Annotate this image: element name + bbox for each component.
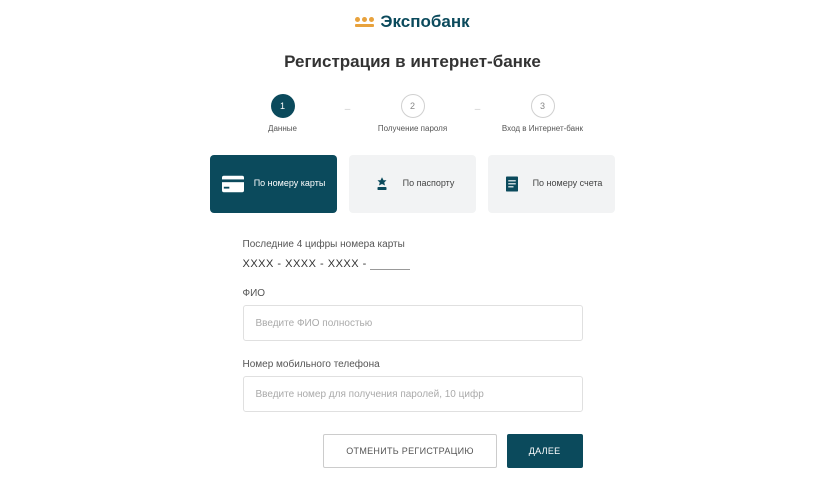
- tab-by-card-label: По номеру карты: [254, 178, 326, 190]
- tab-by-account-label: По номеру счета: [533, 178, 603, 190]
- card-last4-input[interactable]: [370, 256, 410, 270]
- step-1-label: Данные: [268, 124, 297, 133]
- next-button[interactable]: ДАЛЕЕ: [507, 434, 583, 468]
- document-icon: [501, 175, 523, 193]
- passport-icon: [371, 175, 393, 193]
- card-last4-label: Последние 4 цифры номера карты: [243, 239, 583, 250]
- form-actions: ОТМЕНИТЬ РЕГИСТРАЦИЮ ДАЛЕЕ: [243, 434, 583, 468]
- phone-input[interactable]: [243, 376, 583, 412]
- step-3: 3 Вход в Интернет-банк: [488, 94, 598, 133]
- method-tabs: По номеру карты По паспорту По номеру сч…: [210, 155, 615, 213]
- step-1-number: 1: [271, 94, 295, 118]
- step-2: 2 Получение пароля: [358, 94, 468, 133]
- step-3-number: 3: [531, 94, 555, 118]
- field-card-last4: Последние 4 цифры номера карты XXXX - XX…: [243, 239, 583, 270]
- step-1: 1 Данные: [228, 94, 338, 133]
- brand-name: Экспобанк: [380, 12, 469, 32]
- tab-by-card[interactable]: По номеру карты: [210, 155, 337, 213]
- field-fio: ФИО: [243, 288, 583, 341]
- card-icon: [222, 175, 244, 193]
- stepper: 1 Данные – 2 Получение пароля – 3 Вход в…: [123, 94, 703, 133]
- registration-form: Последние 4 цифры номера карты XXXX - XX…: [243, 239, 583, 468]
- cancel-button[interactable]: ОТМЕНИТЬ РЕГИСТРАЦИЮ: [323, 434, 497, 468]
- brand-logo-icon: [355, 17, 374, 27]
- step-separator: –: [338, 104, 358, 115]
- step-separator: –: [468, 104, 488, 115]
- step-2-label: Получение пароля: [378, 124, 447, 133]
- fio-label: ФИО: [243, 288, 583, 299]
- tab-by-passport[interactable]: По паспорту: [349, 155, 476, 213]
- card-mask-prefix: XXXX - XXXX - XXXX -: [243, 258, 367, 270]
- tab-by-account[interactable]: По номеру счета: [488, 155, 615, 213]
- page-title: Регистрация в интернет-банке: [123, 52, 703, 72]
- brand-logo: Экспобанк: [123, 12, 703, 32]
- step-3-label: Вход в Интернет-банк: [502, 124, 583, 133]
- step-2-number: 2: [401, 94, 425, 118]
- phone-label: Номер мобильного телефона: [243, 359, 583, 370]
- tab-by-passport-label: По паспорту: [403, 178, 455, 190]
- fio-input[interactable]: [243, 305, 583, 341]
- card-mask-row: XXXX - XXXX - XXXX -: [243, 256, 583, 270]
- field-phone: Номер мобильного телефона: [243, 359, 583, 412]
